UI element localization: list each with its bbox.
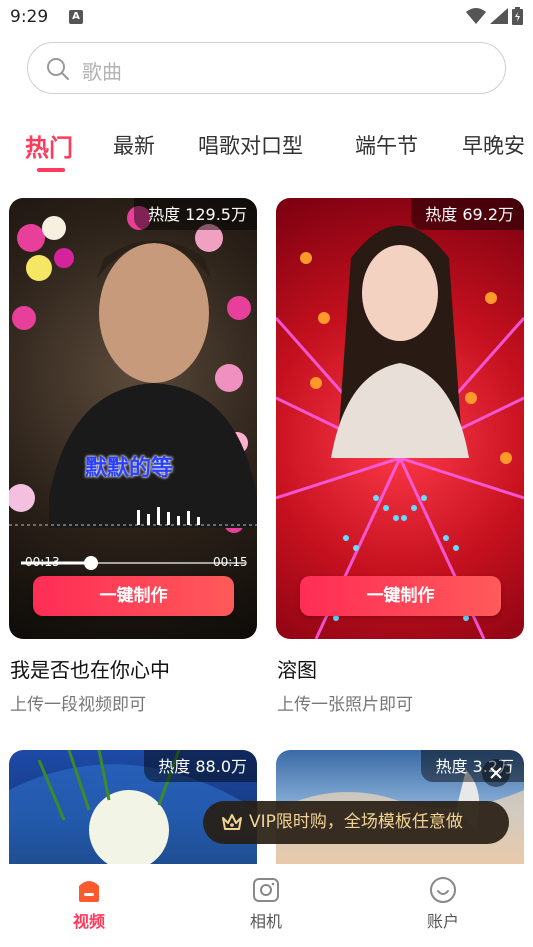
create-button[interactable]: 一键制作 [300, 576, 501, 616]
status-indicators [466, 7, 523, 25]
nav-account[interactable]: 账户 [383, 864, 503, 947]
tab-lip-sync[interactable]: 唱歌对口型 [198, 130, 303, 160]
tab-dragon-boat[interactable]: 端午节 [355, 130, 418, 160]
thumbnail-art [9, 206, 257, 570]
status-bar: 9:29 A [0, 0, 533, 36]
bottom-nav: 视频 相机 账户 [0, 864, 533, 947]
card-subtitle: 上传一段视频即可 [10, 695, 146, 715]
template-card[interactable]: 热度 69.2万 一键制作 溶图 上传一张照片即可 [276, 198, 524, 728]
tab-latest[interactable]: 最新 [113, 130, 155, 160]
card-title: 我是否也在你心中 [10, 658, 170, 682]
active-tab-indicator [37, 168, 65, 172]
nav-video[interactable]: 视频 [29, 864, 149, 947]
signal-icon [490, 8, 508, 24]
template-card[interactable]: 默默的等 00:13 00:15 热度 129.5万 一键制作 我是否也在你心中… [9, 198, 257, 728]
close-promo-button[interactable] [482, 759, 510, 787]
thumbnail-art [276, 225, 524, 639]
create-button[interactable]: 一键制作 [33, 576, 234, 616]
wifi-icon [466, 8, 486, 24]
time-start: 00:13 [25, 555, 60, 569]
home-icon [79, 881, 99, 902]
nav-label: 相机 [249, 912, 282, 931]
vip-promo-text: VIP限时购，全场模板任意做 [249, 812, 463, 832]
camera-icon [253, 878, 279, 902]
search-icon [47, 58, 69, 80]
card-thumbnail[interactable]: 热度 69.2万 一键制作 [276, 198, 524, 639]
crown-icon [222, 814, 242, 830]
lyric-caption: 默默的等 [85, 456, 174, 481]
notification-icon: A [69, 10, 83, 24]
vip-promo-banner[interactable]: VIP限时购，全场模板任意做 [203, 801, 509, 844]
heat-badge: 热度 69.2万 [411, 198, 524, 230]
tab-hot[interactable]: 热门 [25, 128, 73, 163]
heat-badge: 热度 88.0万 [144, 750, 257, 782]
tab-greetings[interactable]: 早晚安 [462, 130, 525, 160]
time-end: 00:15 [213, 555, 248, 569]
nav-label: 视频 [72, 912, 105, 931]
account-icon [430, 877, 456, 903]
card-thumbnail[interactable]: 默默的等 00:13 00:15 热度 129.5万 一键制作 [9, 198, 257, 639]
heat-badge: 热度 129.5万 [134, 198, 257, 230]
battery-icon [512, 7, 523, 25]
search-placeholder: 歌曲 [82, 60, 122, 84]
card-title: 溶图 [277, 658, 317, 682]
nav-label: 账户 [426, 912, 459, 931]
close-icon [490, 767, 502, 779]
nav-camera[interactable]: 相机 [206, 864, 326, 947]
category-tabs: 热门 最新 唱歌对口型 端午节 早晚安 [0, 120, 533, 180]
search-bar[interactable]: 歌曲 [27, 42, 506, 94]
card-subtitle: 上传一张照片即可 [277, 695, 413, 715]
status-time: 9:29 [10, 7, 49, 27]
